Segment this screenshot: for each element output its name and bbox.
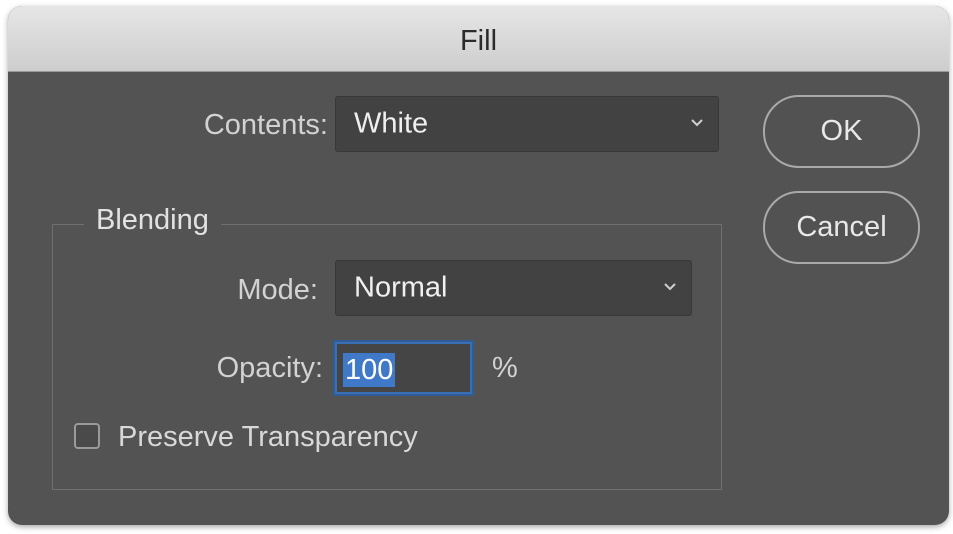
mode-label: Mode: (237, 274, 318, 306)
preserve-transparency-label[interactable]: Preserve Transparency (118, 421, 498, 454)
chevron-down-icon (664, 283, 676, 291)
opacity-label: Opacity: (216, 352, 323, 384)
preserve-transparency-checkbox[interactable] (74, 423, 100, 449)
mode-value: Normal (354, 271, 448, 304)
blending-legend: Blending (84, 204, 221, 237)
dialog-title: Fill (459, 25, 498, 57)
contents-select[interactable]: White (335, 96, 719, 152)
mode-select[interactable]: Normal (335, 260, 692, 316)
title-bar[interactable]: Fill (8, 6, 949, 72)
opacity-input[interactable]: 100 (335, 342, 472, 394)
opacity-value: 100 (343, 353, 396, 387)
cancel-button[interactable]: Cancel (763, 191, 920, 264)
contents-label: Contents: (203, 109, 328, 141)
ok-button[interactable]: OK (763, 95, 920, 168)
contents-value: White (354, 107, 429, 140)
fill-dialog: Fill Contents: White OK Cancel Blending … (8, 6, 949, 525)
percent-unit: % (492, 352, 518, 384)
chevron-down-icon (691, 119, 703, 127)
